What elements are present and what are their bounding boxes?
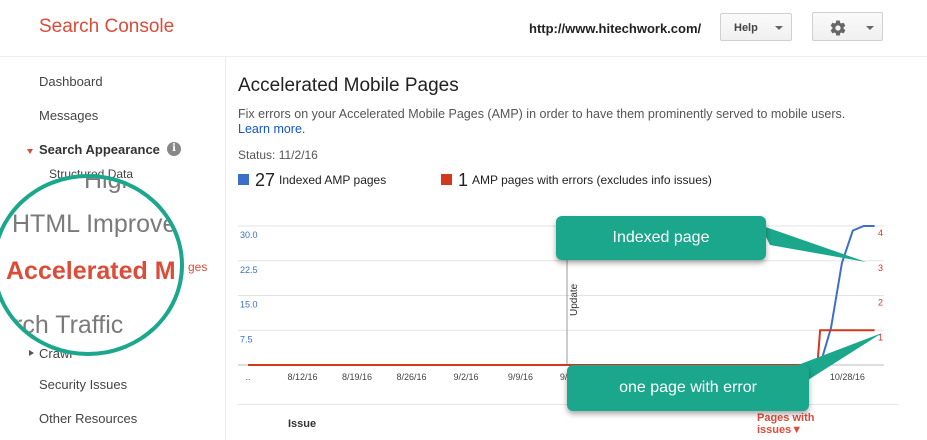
legend-indexed[interactable]: 27 Indexed AMP pages [238, 170, 386, 191]
table-header-issue[interactable]: Issue [288, 418, 316, 430]
x-axis-tick-label: 8/12/16 [287, 372, 317, 382]
issues-sort-label: issues▼ [757, 424, 803, 436]
x-axis-tick-label: .. [245, 372, 250, 382]
info-icon[interactable]: i [167, 142, 181, 156]
learn-more-link[interactable]: Learn more. [238, 122, 305, 136]
chevron-down-icon [775, 26, 783, 30]
legend-errors[interactable]: 1 AMP pages with errors (excludes info is… [441, 170, 712, 191]
y-axis-tick-label: 7.5 [240, 334, 253, 344]
x-axis-tick-label: 10/28/16 [830, 372, 865, 382]
sidebar-item-dashboard[interactable]: Dashboard [39, 74, 103, 89]
site-url[interactable]: http://www.hitechwork.com/ [529, 21, 701, 36]
y-axis-tick-label: 30.0 [240, 230, 258, 240]
x-axis-tick-label: 9/2/16 [453, 372, 478, 382]
header-divider [0, 56, 927, 57]
settings-button[interactable] [812, 12, 883, 41]
status-text: Status: 11/2/16 [238, 148, 318, 162]
magnified-accelerated-mobile-pages-text: Accelerated M [6, 257, 176, 285]
y-axis-tick-label: 22.5 [240, 265, 258, 275]
x-axis-tick-label: 9/9/16 [508, 372, 533, 382]
description-text: Fix errors on your Accelerated Mobile Pa… [238, 107, 846, 121]
page-title: Accelerated Mobile Pages [238, 75, 459, 96]
sidebar-item-amp-suffix[interactable]: ges [188, 260, 207, 274]
top-header: Search Console http://www.hitechwork.com… [0, 0, 927, 56]
help-button-label: Help [734, 22, 758, 34]
x-axis-tick-label: 8/26/16 [396, 372, 426, 382]
sidebar-divider [225, 56, 226, 440]
y-axis-tick-label: 15.0 [240, 300, 258, 310]
help-button[interactable]: Help [720, 13, 792, 41]
legend-swatch-red [441, 174, 452, 185]
x-axis-tick-label: 8/19/16 [342, 372, 372, 382]
magnified-search-traffic-text: rch Traffic [14, 311, 124, 339]
sidebar-item-other-resources[interactable]: Other Resources [39, 411, 137, 426]
magnified-highlighter-text: Highlig [84, 174, 161, 194]
sidebar-item-search-appearance[interactable]: Search Appearance [39, 142, 160, 157]
legend-swatch-blue [238, 174, 249, 185]
chevron-down-icon [866, 26, 874, 30]
table-header-pages-with-issues[interactable]: Pages with issues▼ [757, 412, 814, 436]
sidebar-item-security-issues[interactable]: Security Issues [39, 377, 127, 392]
right-axis-tick-label: 1 [878, 332, 883, 342]
magnified-html-improvements-text: HTML Improve [12, 210, 177, 238]
indexed-page-callout: Indexed page [556, 216, 766, 260]
gear-icon [830, 20, 846, 36]
collapsed-arrow-icon[interactable] [29, 350, 34, 356]
legend-count: 27 [255, 170, 276, 190]
app-title[interactable]: Search Console [39, 16, 174, 38]
error-page-callout: one page with error [567, 365, 809, 411]
legend-label: AMP pages with errors (excludes info iss… [472, 173, 712, 187]
legend-label: Indexed AMP pages [279, 173, 387, 187]
right-axis-tick-label: 4 [878, 228, 883, 238]
sidebar-item-messages[interactable]: Messages [39, 108, 98, 123]
update-annotation-label: Update [569, 283, 580, 316]
legend-count: 1 [458, 170, 469, 190]
page-description: Fix errors on your Accelerated Mobile Pa… [238, 107, 898, 137]
expand-arrow-icon[interactable] [27, 149, 33, 154]
indexed-callout-pointer [760, 225, 866, 262]
magnifier-callout: Highlig HTML Improve Accelerated M rch T… [0, 174, 184, 356]
errors-series-line [248, 329, 875, 366]
right-axis-tick-label: 3 [878, 263, 883, 273]
pages-with-label: Pages with [757, 412, 815, 424]
right-axis-tick-label: 2 [878, 298, 883, 308]
